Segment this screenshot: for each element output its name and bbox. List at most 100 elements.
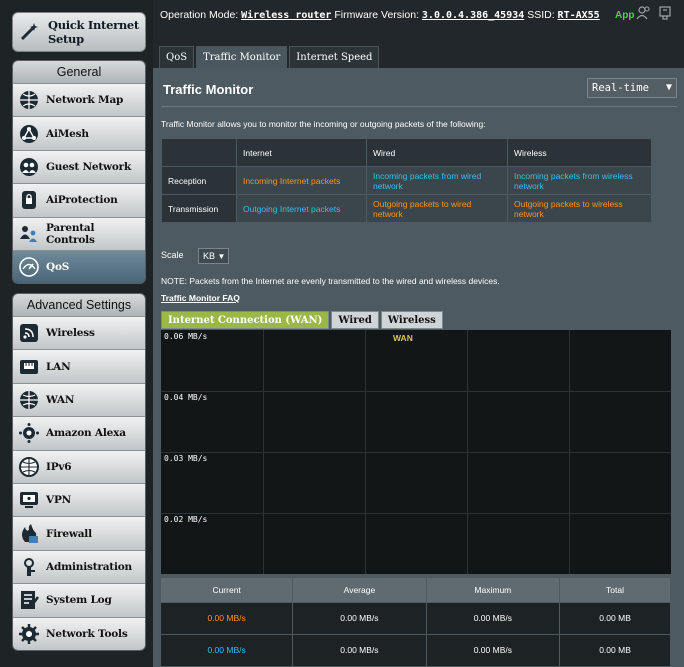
sidebar-item-label: LAN xyxy=(46,360,71,373)
vpn-icon xyxy=(18,489,40,511)
tab-internet-speed[interactable]: Internet Speed xyxy=(289,46,380,68)
qos-icon xyxy=(18,256,40,278)
quick-internet-setup-label: Quick Internet Setup xyxy=(48,18,139,46)
sidebar-item-label: Amazon Alexa xyxy=(46,427,126,440)
firmware-link[interactable]: 3.0.0.4.386_45934 xyxy=(422,10,524,21)
sidebar-item-guest-network[interactable]: Guest Network xyxy=(13,149,145,184)
firmware-label: Firmware Version: xyxy=(334,9,419,21)
sidebar-item-label: QoS xyxy=(46,261,70,274)
sidebar-item-label: Guest Network xyxy=(46,160,132,173)
legend-header-wired: Wired xyxy=(366,138,508,167)
sidebar-item-parental-controls[interactable]: Parental Controls xyxy=(13,216,145,250)
y-axis-label: 0.02 MB/s xyxy=(164,515,208,524)
legend-transmission-wireless: Outgoing packets to wireless network xyxy=(507,194,652,223)
stats-table: Current Average Maximum Total 0.00 MB/s … xyxy=(161,578,671,666)
legend-corner xyxy=(161,138,237,167)
stats-maximum: 0.00 MB/s xyxy=(426,633,561,666)
legend-table: Internet Wired Wireless Reception Incomi… xyxy=(161,138,652,223)
legend-reception-internet: Incoming Internet packets xyxy=(236,166,367,195)
ssid-label: SSID: xyxy=(527,9,555,21)
sidebar-item-label: Network Map xyxy=(46,94,124,107)
sidebar-item-qos[interactable]: QoS xyxy=(13,249,145,284)
stats-header-total: Total xyxy=(559,578,671,602)
sidebar-item-label: VPN xyxy=(46,494,72,507)
grid-line xyxy=(569,330,570,574)
sidebar-item-label: Administration xyxy=(46,560,132,573)
sidebar-item-network-map[interactable]: Network Map xyxy=(13,83,145,117)
wan-globe-icon xyxy=(18,389,40,411)
sidebar-item-network-tools[interactable]: Network Tools xyxy=(13,616,145,650)
chevron-down-icon: ▼ xyxy=(217,252,226,261)
grid-line xyxy=(161,452,671,453)
table-row: 0.00 MB/s 0.00 MB/s 0.00 MB/s 0.00 MB xyxy=(161,633,671,666)
sidebar-item-label: System Log xyxy=(46,594,112,607)
sidebar-item-aiprotection[interactable]: AiProtection xyxy=(13,183,145,217)
stats-maximum: 0.00 MB/s xyxy=(426,601,561,634)
sidebar-item-label: Network Tools xyxy=(46,627,128,640)
tab-wireless[interactable]: Wireless xyxy=(380,311,443,329)
y-axis-label: 0.03 MB/s xyxy=(164,454,208,463)
usb-icon[interactable] xyxy=(657,5,673,26)
sidebar-item-lan[interactable]: LAN xyxy=(13,349,145,383)
op-mode-link[interactable]: Wireless router xyxy=(241,10,331,21)
app-link[interactable]: App xyxy=(615,10,634,21)
ssid-link[interactable]: RT-AX55 xyxy=(558,10,600,21)
legend-header-internet: Internet xyxy=(236,138,367,167)
sidebar-item-label: Firewall xyxy=(46,527,92,540)
advanced-header: Advanced Settings xyxy=(13,294,145,316)
stats-total: 0.00 MB xyxy=(559,601,671,634)
users-icon[interactable] xyxy=(636,5,652,26)
stats-average: 0.00 MB/s xyxy=(292,601,427,634)
tab-traffic-monitor[interactable]: Traffic Monitor xyxy=(196,46,288,68)
general-header: General xyxy=(13,61,145,83)
legend-header-wireless: Wireless xyxy=(507,138,652,167)
sidebar-item-wireless[interactable]: Wireless xyxy=(13,316,145,350)
scale-label: Scale xyxy=(161,250,184,260)
tab-wired[interactable]: Wired xyxy=(331,311,379,329)
sidebar-item-ipv6[interactable]: IPv6 xyxy=(13,449,145,483)
mode-select-value: Real-time xyxy=(592,82,649,94)
alexa-icon xyxy=(18,422,40,444)
main-panel: Traffic Monitor Real-time ▼ Traffic Moni… xyxy=(153,68,684,667)
series-label-wan: WAN xyxy=(393,333,413,343)
sidebar-item-label: WAN xyxy=(46,393,75,406)
status-line: Operation Mode: Wireless router Firmware… xyxy=(160,9,600,21)
sidebar-item-vpn[interactable]: VPN xyxy=(13,482,145,517)
quick-internet-setup-button[interactable]: Quick Internet Setup xyxy=(12,12,146,52)
grid-line xyxy=(161,513,671,514)
sidebar: Quick Internet Setup General Network Map… xyxy=(0,0,153,667)
wireless-icon xyxy=(18,322,40,344)
sidebar-item-system-log[interactable]: System Log xyxy=(13,583,145,617)
grid-line xyxy=(365,330,366,574)
sidebar-item-administration[interactable]: Administration xyxy=(13,549,145,584)
traffic-monitor-faq-link[interactable]: Traffic Monitor FAQ xyxy=(161,293,240,303)
qos-tabs: QoS Traffic Monitor Internet Speed xyxy=(159,46,381,68)
sidebar-item-firewall[interactable]: Firewall xyxy=(13,516,145,550)
sidebar-item-label: AiProtection xyxy=(46,194,118,207)
legend-row-reception: Reception xyxy=(161,166,237,195)
tab-qos[interactable]: QoS xyxy=(159,46,195,68)
general-menu: General Network Map AiMesh Guest Network… xyxy=(12,60,146,285)
grid-line xyxy=(161,391,671,392)
sidebar-item-aimesh[interactable]: AiMesh xyxy=(13,116,145,150)
scale-select[interactable]: KB ▼ xyxy=(198,248,229,264)
parental-controls-icon xyxy=(18,223,40,245)
sidebar-item-wan[interactable]: WAN xyxy=(13,382,145,417)
sidebar-item-label: Parental Controls xyxy=(46,221,95,246)
legend-reception-wired: Incoming packets from wired network xyxy=(366,166,508,195)
mode-select[interactable]: Real-time ▼ xyxy=(587,78,677,98)
legend-reception-wireless: Incoming packets from wireless network xyxy=(507,166,652,195)
firewall-icon xyxy=(18,523,40,545)
graph-tabs: Internet Connection (WAN) Wired Wireless xyxy=(161,311,445,329)
op-mode-label: Operation Mode: xyxy=(160,9,239,21)
legend-transmission-internet: Outgoing Internet packets xyxy=(236,194,367,223)
network-tools-icon xyxy=(18,623,40,645)
stats-header-maximum: Maximum xyxy=(426,578,561,602)
note-text: NOTE: Packets from the Internet are even… xyxy=(161,276,500,286)
y-axis-label: 0.04 MB/s xyxy=(164,393,208,402)
sidebar-item-amazon-alexa[interactable]: Amazon Alexa xyxy=(13,416,145,450)
divider xyxy=(161,106,677,107)
sidebar-item-label: IPv6 xyxy=(46,460,72,473)
tab-internet-connection-wan[interactable]: Internet Connection (WAN) xyxy=(161,311,330,329)
grid-line xyxy=(467,330,468,574)
